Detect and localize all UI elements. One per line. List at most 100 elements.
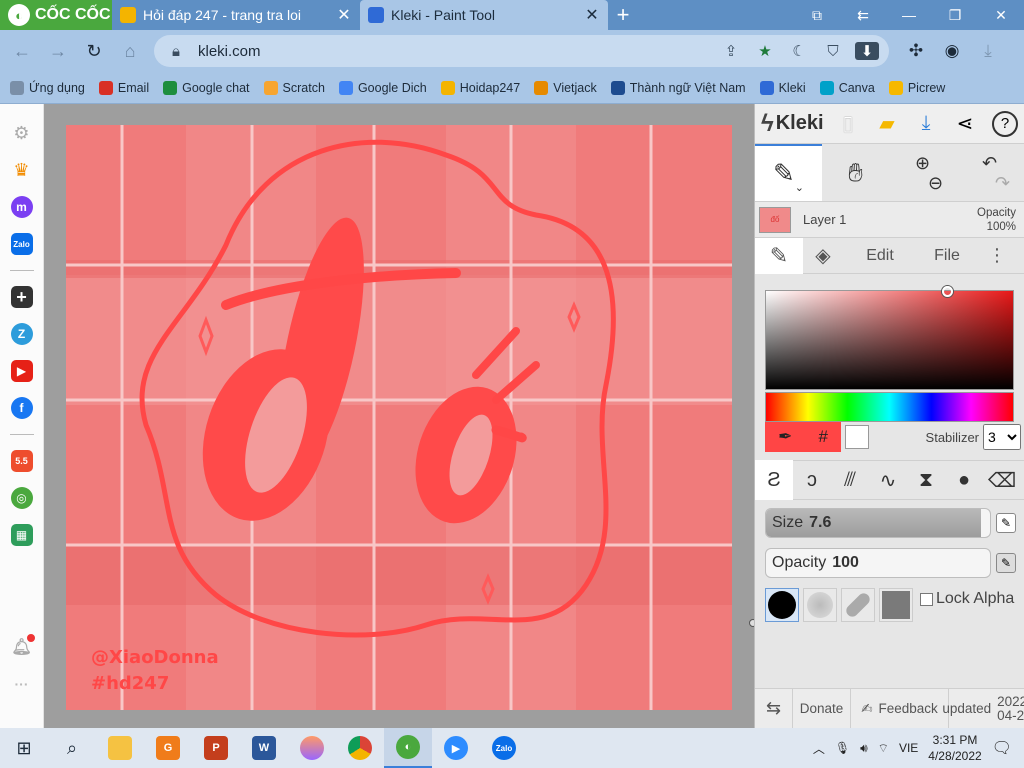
- messenger-icon[interactable]: m: [10, 196, 33, 218]
- home-button[interactable]: ⌂: [114, 35, 146, 67]
- taskbar-powerpoint[interactable]: P: [192, 728, 240, 768]
- primary-color-swatch[interactable]: ✒ #: [765, 422, 841, 452]
- color-saturation-picker[interactable]: [765, 286, 1014, 390]
- brush-tool-button[interactable]: ✎ ⌄: [755, 144, 822, 201]
- zalo-icon[interactable]: Zalo: [10, 233, 33, 255]
- crown-icon[interactable]: ♛: [11, 159, 33, 181]
- feedback-button[interactable]: ✍ Feedback: [851, 688, 949, 729]
- bookmark-item[interactable]: Vietjack: [534, 80, 597, 95]
- undo-icon[interactable]: ↶: [982, 153, 997, 173]
- drawing-canvas[interactable]: @XiaoDonna #hd247: [66, 125, 732, 710]
- tab-layers[interactable]: ◈: [803, 238, 843, 274]
- clock[interactable]: 3:31 PM 4/28/2022: [928, 732, 981, 764]
- screenshot-icon[interactable]: ⧉: [794, 0, 840, 30]
- shield-icon[interactable]: ⛉: [821, 43, 845, 60]
- download-icon[interactable]: ⤓: [914, 112, 938, 135]
- reload-button[interactable]: ↻: [78, 35, 110, 67]
- extensions-icon[interactable]: ✣: [901, 41, 931, 61]
- round-tip-button[interactable]: [765, 588, 799, 622]
- color-picker-handle[interactable]: [942, 286, 953, 297]
- zoom-out-icon[interactable]: ⊖: [928, 173, 943, 193]
- bookmark-item[interactable]: Google Dich: [338, 80, 427, 95]
- notification-bell-icon[interactable]: 🔔︎: [11, 634, 35, 658]
- size-pressure-toggle-icon[interactable]: ✎: [996, 513, 1016, 533]
- share-icon[interactable]: ⇪: [719, 42, 743, 60]
- hand-tool-button[interactable]: ✋︎: [822, 144, 889, 201]
- redo-icon[interactable]: ↷: [995, 173, 1010, 193]
- bookmark-item[interactable]: Email: [98, 80, 149, 95]
- bookmark-item[interactable]: Google chat: [163, 80, 250, 95]
- tab-edit[interactable]: Edit: [843, 238, 917, 274]
- start-button[interactable]: ⊞: [0, 728, 48, 768]
- lock-alpha-toggle[interactable]: Lock Alpha: [920, 590, 1014, 608]
- pen-brush-button[interactable]: Ƨ: [755, 460, 793, 500]
- show-hidden-icons-icon[interactable]: ︿: [813, 740, 825, 757]
- zoom-tool-button[interactable]: ⊕ ⊖: [889, 144, 956, 201]
- chalk-tip-button[interactable]: [841, 588, 875, 622]
- sketchy-brush-button[interactable]: ⫻: [831, 460, 869, 500]
- chemy-brush-button[interactable]: ⧗: [907, 460, 945, 500]
- taskbar-coccoc[interactable]: ◐: [384, 728, 432, 768]
- canvas-workspace[interactable]: @XiaoDonna #hd247: [44, 104, 757, 728]
- shopee-icon[interactable]: 5.5: [10, 450, 33, 472]
- network-icon[interactable]: ⌔: [878, 741, 889, 756]
- tab-file[interactable]: File: [917, 238, 977, 274]
- search-button[interactable]: ⌕: [48, 728, 96, 768]
- eraser-button[interactable]: ⌫: [983, 460, 1021, 500]
- bookmark-item[interactable]: Kleki: [759, 80, 806, 95]
- taskbar-zoom[interactable]: ▶: [432, 728, 480, 768]
- layer-preview-row[interactable]: đố Layer 1 Opacity 100%: [755, 202, 1024, 238]
- coccoc-menu-button[interactable]: ◐ CỐC CỐC: [0, 0, 112, 30]
- volume-icon[interactable]: 🔊︎: [860, 741, 868, 756]
- hex-input-button[interactable]: #: [818, 427, 827, 447]
- lock-icon[interactable]: 🔒︎: [164, 43, 188, 60]
- taskbar-foxit[interactable]: G: [144, 728, 192, 768]
- blend-brush-button[interactable]: ↄ: [793, 460, 831, 500]
- stabilizer-select[interactable]: 3: [983, 424, 1021, 450]
- soft-tip-button[interactable]: [803, 588, 837, 622]
- tab-hoidap247[interactable]: Hỏi đáp 247 - trang tra loi ✕: [112, 0, 360, 30]
- close-tab-icon[interactable]: ✕: [584, 5, 600, 25]
- coccoc-map-icon[interactable]: ◎: [10, 487, 33, 509]
- taskbar-word[interactable]: W: [240, 728, 288, 768]
- bookmark-item[interactable]: Scratch: [263, 80, 325, 95]
- download-page-icon[interactable]: ⬇: [855, 42, 879, 60]
- tab-brush[interactable]: ✎: [755, 237, 803, 274]
- new-tab-button[interactable]: +: [608, 0, 638, 30]
- bookmark-item[interactable]: Ứng dụng: [10, 80, 85, 95]
- opacity-slider[interactable]: Opacity 100: [765, 548, 991, 578]
- address-bar[interactable]: 🔒︎ kleki.com ⇪ ★ ☾ ⛉ ⬇: [154, 35, 889, 67]
- restore-button[interactable]: ❐: [932, 0, 978, 30]
- open-folder-icon[interactable]: ▰: [875, 111, 899, 136]
- zing-icon[interactable]: Z: [10, 323, 33, 345]
- taskbar-chrome[interactable]: [336, 728, 384, 768]
- bookmark-star-icon[interactable]: ★: [753, 42, 777, 60]
- smudge-brush-button[interactable]: ●: [945, 460, 983, 500]
- kleki-logo[interactable]: ϟ Kleki: [761, 110, 828, 138]
- more-menu-icon[interactable]: ⋮: [977, 238, 1017, 274]
- size-slider[interactable]: Size 7.6: [765, 508, 991, 538]
- pixel-brush-button[interactable]: ∿: [869, 460, 907, 500]
- eyedropper-icon[interactable]: ✒: [778, 427, 792, 447]
- sidebar-toggle-icon[interactable]: ⇇: [840, 0, 886, 30]
- bookmark-item[interactable]: Picrew: [888, 80, 945, 95]
- profile-icon[interactable]: ◉: [937, 41, 967, 61]
- lock-alpha-checkbox[interactable]: [920, 592, 933, 606]
- more-options-icon[interactable]: ···: [11, 673, 33, 695]
- back-button[interactable]: ←: [6, 35, 38, 67]
- square-tip-button[interactable]: [879, 588, 913, 622]
- chevron-down-icon[interactable]: ⌄: [795, 181, 804, 194]
- input-language[interactable]: VIE: [899, 741, 918, 755]
- opacity-pressure-toggle-icon[interactable]: ✎: [996, 553, 1016, 573]
- new-image-icon[interactable]: ▯: [836, 111, 860, 136]
- settings-gear-icon[interactable]: ⚙: [11, 122, 33, 144]
- close-window-button[interactable]: ✕: [978, 0, 1024, 30]
- share-icon[interactable]: ⋖: [953, 111, 977, 136]
- donate-button[interactable]: Donate: [793, 688, 851, 729]
- forward-button[interactable]: →: [42, 35, 74, 67]
- bookmark-item[interactable]: Hoidap247: [440, 80, 520, 95]
- add-app-icon[interactable]: +: [10, 286, 33, 308]
- hue-slider[interactable]: [765, 392, 1014, 422]
- tab-kleki[interactable]: Kleki - Paint Tool ✕: [360, 0, 608, 30]
- taskbar-file-explorer[interactable]: [96, 728, 144, 768]
